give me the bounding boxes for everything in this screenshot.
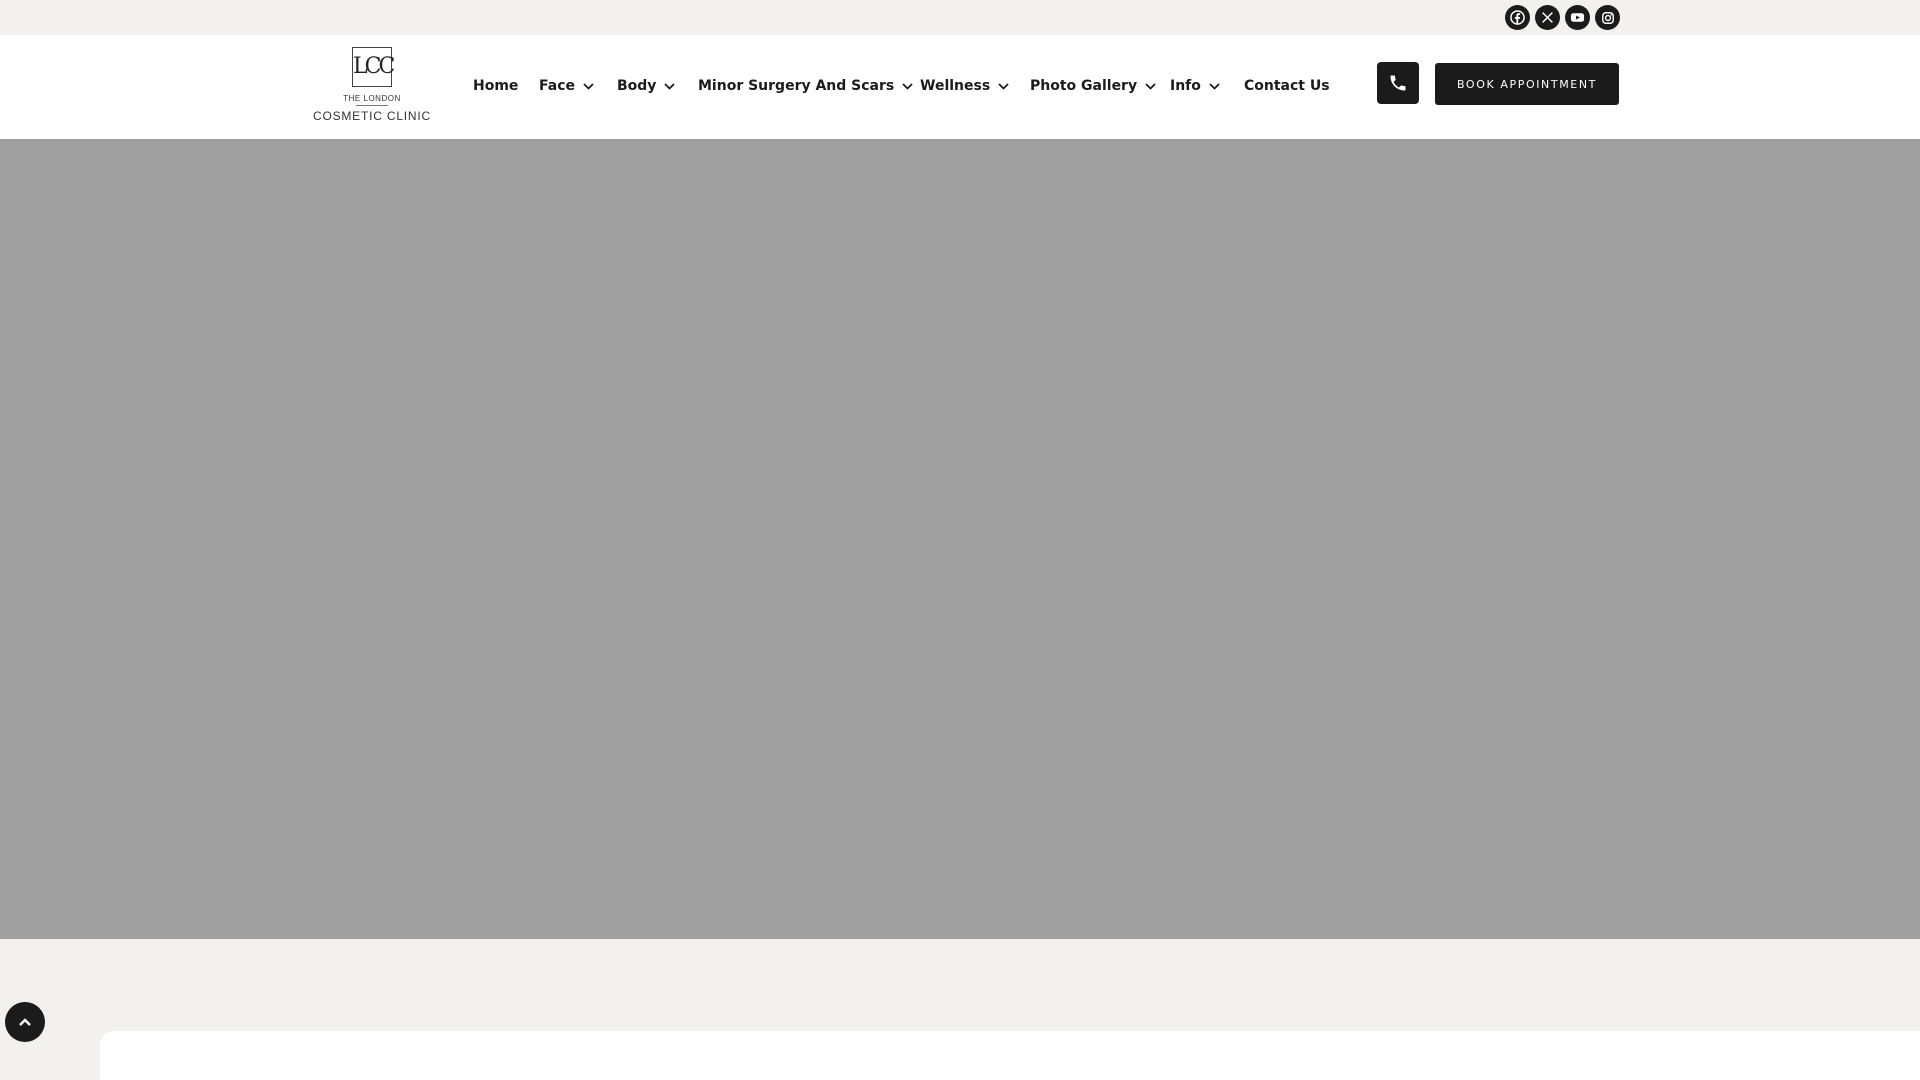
nav-contact-us[interactable]: Contact Us (1244, 75, 1330, 97)
x-twitter-link[interactable] (1535, 5, 1560, 30)
book-appointment-button[interactable]: BOOK APPOINTMENT (1435, 63, 1619, 105)
chevron-down-icon (583, 82, 594, 90)
instagram-icon (1601, 11, 1614, 24)
chevron-up-icon (19, 1018, 31, 1026)
nav-label: Face (539, 78, 575, 94)
chevron-down-icon (998, 82, 1009, 90)
nav-wellness[interactable]: Wellness (920, 75, 1009, 97)
site-logo[interactable]: LCC THE LONDON COSMETIC CLINIC (312, 47, 432, 127)
top-bar (0, 0, 1920, 35)
logo-monogram-box: LCC (352, 47, 395, 87)
nav-face[interactable]: Face (539, 75, 594, 97)
nav-label: Info (1170, 78, 1201, 94)
hero-banner (0, 139, 1920, 939)
nav-label: Wellness (920, 78, 991, 94)
facebook-icon (1510, 10, 1525, 25)
logo-name: COSMETIC CLINIC (312, 109, 431, 123)
nav-label: Home (473, 78, 519, 94)
nav-label: Body (617, 78, 657, 94)
logo-monogram: LCC (353, 54, 395, 79)
instagram-link[interactable] (1595, 5, 1620, 30)
x-twitter-icon (1542, 12, 1553, 23)
nav-label: Photo Gallery (1030, 78, 1138, 94)
site-header: LCC THE LONDON COSMETIC CLINIC Home Face… (0, 35, 1920, 139)
chevron-down-icon (1209, 82, 1220, 90)
nav-home[interactable]: Home (473, 75, 518, 97)
chevron-down-icon (902, 82, 913, 90)
phone-icon (1390, 75, 1406, 91)
nav-label: Minor Surgery And Scars (698, 78, 895, 94)
youtube-icon (1570, 13, 1585, 22)
chevron-down-icon (664, 82, 676, 90)
logo-divider (356, 105, 388, 106)
nav-label: Contact Us (1244, 78, 1330, 94)
chevron-down-icon (1145, 82, 1156, 90)
youtube-link[interactable] (1565, 5, 1590, 30)
facebook-link[interactable] (1505, 5, 1530, 30)
nav-minor-surgery-and-scars[interactable]: Minor Surgery And Scars (698, 75, 913, 97)
scroll-to-top-button[interactable] (5, 1002, 45, 1042)
nav-info[interactable]: Info (1170, 75, 1220, 97)
phone-button[interactable] (1377, 62, 1419, 104)
logo-tagline: THE LONDON (343, 94, 401, 103)
content-card (100, 1031, 1920, 1080)
nav-body[interactable]: Body (617, 75, 676, 97)
nav-photo-gallery[interactable]: Photo Gallery (1030, 75, 1156, 97)
